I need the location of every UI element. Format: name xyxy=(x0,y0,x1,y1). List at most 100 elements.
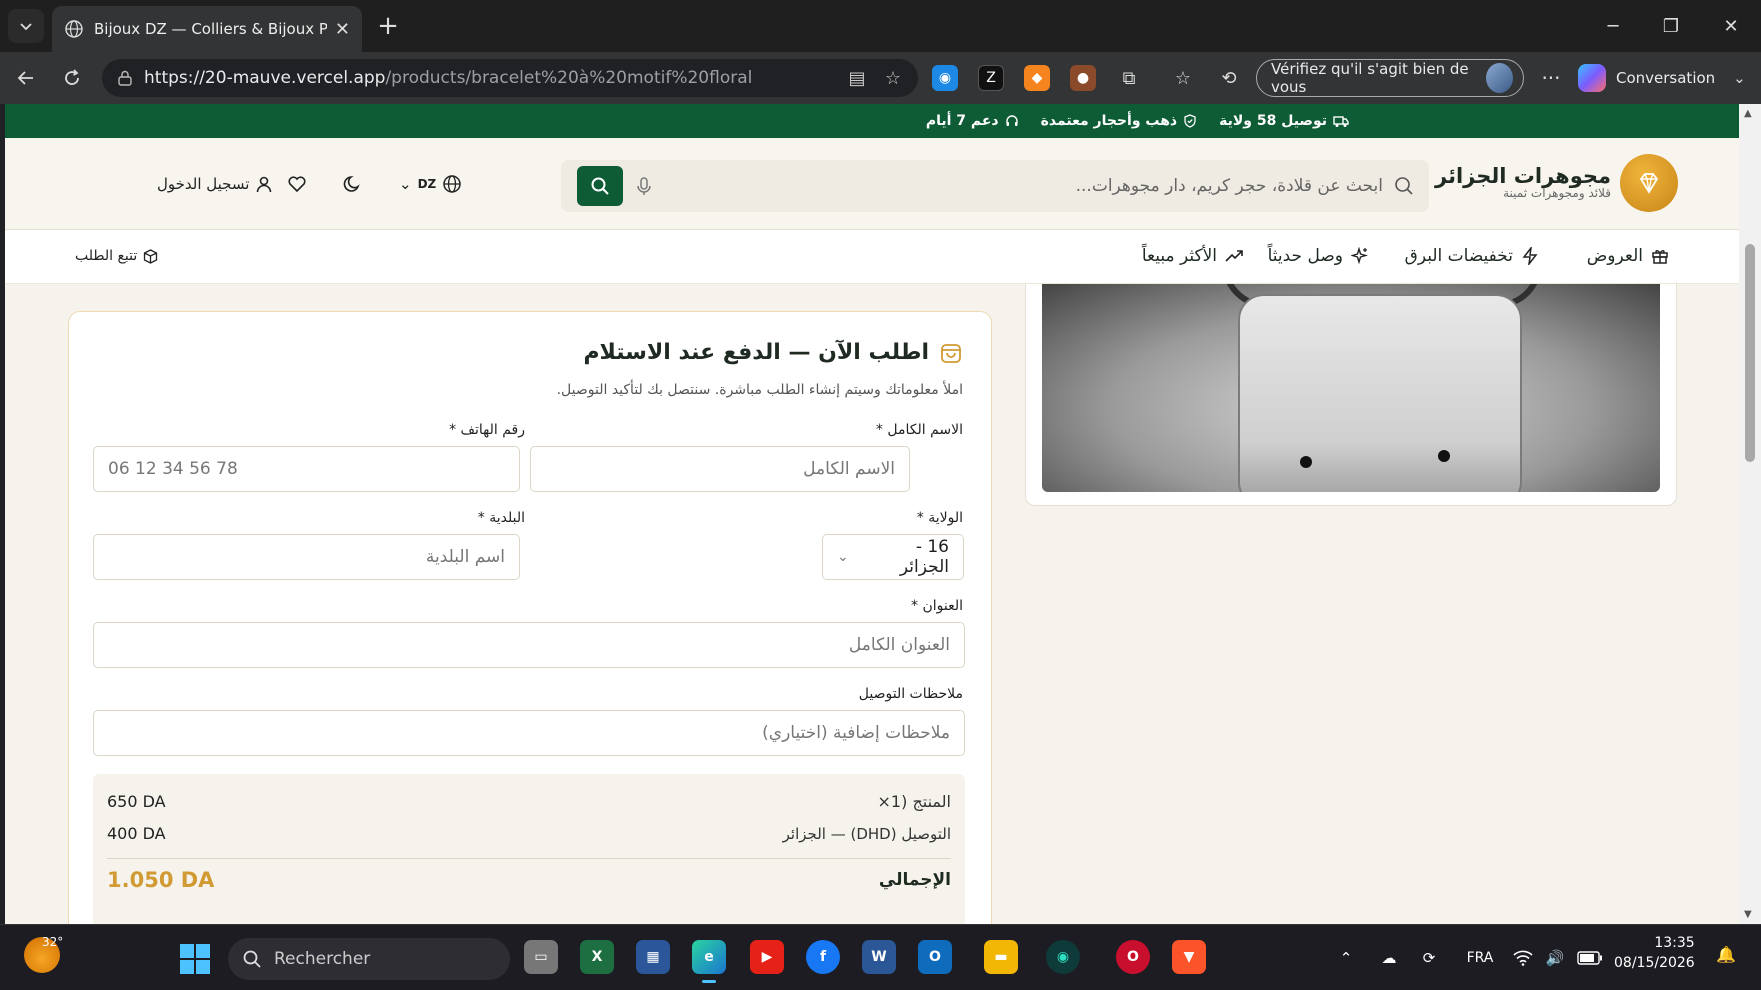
nav-bestsellers[interactable]: الأكثر مبيعاً xyxy=(1142,246,1243,266)
clock-time: 13:35 xyxy=(1654,935,1695,951)
extension-icon-2[interactable]: Z xyxy=(978,65,1004,91)
brand-tagline: قلائد ومجوهرات ثمينة xyxy=(1503,186,1611,200)
brand[interactable]: مجوهرات الجزائر قلائد ومجوهرات ثمينة xyxy=(1435,164,1611,200)
app-icon[interactable]: ◉ xyxy=(1046,940,1080,974)
scrollbar-thumb[interactable] xyxy=(1745,244,1755,462)
currency-label: DZ xyxy=(417,177,437,191)
nav-offers[interactable]: العروض xyxy=(1587,246,1669,266)
more-menu-icon[interactable]: ··· xyxy=(1536,62,1566,94)
language-indicator[interactable]: FRA xyxy=(1460,945,1500,971)
copilot-conversation-button[interactable]: Conversation ⌄ xyxy=(1578,59,1754,97)
search-bar xyxy=(561,160,1429,212)
page-viewport: توصيل 58 ولاية ذهب وأحجار معتمدة دعم 7 أ… xyxy=(5,104,1739,924)
headset-icon xyxy=(1005,115,1018,126)
temperature: 32° xyxy=(42,935,64,949)
favorites-icon[interactable]: ☆ xyxy=(1170,65,1196,91)
track-order-link[interactable]: تتبع الطلب xyxy=(75,248,158,264)
refresh-button[interactable] xyxy=(56,62,88,94)
scroll-up-arrow-icon[interactable]: ▲ xyxy=(1744,108,1752,119)
browser-tab-active[interactable]: Bijoux DZ — Colliers & Bijoux Préc ✕ xyxy=(52,6,362,52)
close-window-button[interactable]: ✕ xyxy=(1706,8,1756,44)
brave-icon[interactable]: ▼ xyxy=(1172,940,1206,974)
sync-icon[interactable]: ⟳ xyxy=(1416,945,1442,971)
nav-flash-sales[interactable]: تخفيضات البرق xyxy=(1405,246,1539,266)
address-bar[interactable]: https://20-mauve.vercel.app/products/bra… xyxy=(102,59,918,97)
login-button[interactable]: تسجيل الدخول xyxy=(157,170,273,198)
commune-input[interactable] xyxy=(93,534,520,580)
battery-icon[interactable] xyxy=(1576,945,1604,971)
avatar xyxy=(1485,63,1513,93)
wilaya-select[interactable]: 16 - الجزائر ⌄ xyxy=(822,534,964,580)
verify-label: Vérifiez qu'il s'agit bien de vous xyxy=(1271,60,1469,96)
clock-date: 08/15/2026 xyxy=(1614,955,1695,971)
promo-gold: ذهب وأحجار معتمدة xyxy=(1041,113,1197,129)
start-button[interactable] xyxy=(180,944,210,974)
store-icon[interactable]: ▦ xyxy=(636,940,670,974)
new-tab-button[interactable]: + xyxy=(372,10,404,42)
outlook-icon[interactable]: O xyxy=(918,940,952,974)
search-icon xyxy=(1395,177,1413,195)
search-input[interactable] xyxy=(763,160,1383,212)
wifi-icon[interactable] xyxy=(1512,945,1534,971)
logo-badge[interactable] xyxy=(1620,154,1678,212)
opera-icon[interactable]: O xyxy=(1116,940,1150,974)
globe-icon xyxy=(65,20,83,38)
tab-list-button[interactable] xyxy=(8,9,44,43)
excel-icon[interactable]: X xyxy=(580,940,614,974)
commune-label: البلدية * xyxy=(477,510,525,526)
package-icon xyxy=(144,248,158,264)
photo-hole xyxy=(1438,450,1450,462)
cloud-offline-icon[interactable]: ☁ xyxy=(1376,945,1402,971)
favorite-star-icon[interactable]: ☆ xyxy=(882,67,904,89)
task-view-icon[interactable]: ▭ xyxy=(524,940,558,974)
chevron-down-icon xyxy=(20,23,32,31)
reader-mode-icon[interactable]: ▤ xyxy=(846,67,868,89)
promo-delivery: توصيل 58 ولاية xyxy=(1219,113,1349,129)
chevron-up-icon[interactable]: ⌃ xyxy=(1336,945,1356,971)
taskbar-search[interactable]: Rechercher xyxy=(228,938,510,980)
wishlist-button[interactable] xyxy=(287,170,307,198)
fullname-input[interactable] xyxy=(530,446,910,492)
conversation-label: Conversation xyxy=(1616,69,1716,87)
order-form-card: اطلب الآن — الدفع عند الاستلام املأ معلو… xyxy=(68,311,992,924)
file-explorer-icon[interactable]: ▬ xyxy=(984,940,1018,974)
volume-icon[interactable]: 🔊 xyxy=(1544,945,1566,971)
cookie-icon[interactable]: ● xyxy=(1070,65,1096,91)
facebook-icon[interactable]: f xyxy=(806,940,840,974)
profile-verify-button[interactable]: Vérifiez qu'il s'agit bien de vous xyxy=(1256,59,1524,97)
theme-toggle-button[interactable] xyxy=(343,170,363,198)
globe-icon xyxy=(443,175,461,193)
close-tab-icon[interactable]: ✕ xyxy=(335,19,350,40)
phone-input[interactable] xyxy=(93,446,520,492)
restore-button[interactable]: ❐ xyxy=(1646,8,1696,44)
summary-total-row: 1.050 DA الإجمالي xyxy=(107,868,951,892)
history-icon[interactable]: ⟲ xyxy=(1216,65,1242,91)
summary-shipping-row: 400 DA التوصيل (DHD) — الجزائر xyxy=(107,824,951,843)
edge-icon[interactable]: e xyxy=(692,940,726,983)
truck-icon xyxy=(1333,116,1349,127)
nav-new-arrivals[interactable]: وصل حديثاً xyxy=(1268,246,1369,266)
product-photo[interactable] xyxy=(1042,284,1660,492)
scroll-down-arrow-icon[interactable]: ▼ xyxy=(1744,909,1752,920)
login-label: تسجيل الدخول xyxy=(157,175,250,193)
extension-icon-1[interactable]: ◉ xyxy=(932,65,958,91)
search-button[interactable] xyxy=(577,166,623,206)
notification-bell-icon[interactable]: 🔔 xyxy=(1716,945,1738,971)
word-icon[interactable]: W xyxy=(862,940,896,974)
metamask-icon[interactable]: ◆ xyxy=(1024,65,1050,91)
browser-toolbar: https://20-mauve.vercel.app/products/bra… xyxy=(0,52,1761,104)
clock[interactable]: 13:35 08/15/2026 xyxy=(1614,933,1695,973)
order-title: اطلب الآن — الدفع عند الاستلام xyxy=(583,340,963,365)
microphone-icon[interactable] xyxy=(633,175,655,197)
back-button[interactable] xyxy=(10,62,42,94)
minimize-button[interactable]: ─ xyxy=(1588,8,1638,44)
page-scrollbar[interactable]: ▲ ▼ xyxy=(1739,104,1761,924)
extensions-puzzle-icon[interactable]: ⧉ xyxy=(1116,65,1142,91)
currency-selector[interactable]: ⌄ DZ xyxy=(399,170,462,198)
address-input[interactable] xyxy=(93,622,965,668)
category-nav: العروض تخفيضات البرق وصل حديثاً الأكثر م… xyxy=(5,230,1739,284)
arrow-left-icon xyxy=(17,71,33,85)
youtube-icon[interactable]: ▶ xyxy=(750,940,784,974)
address-label: العنوان * xyxy=(911,598,963,614)
notes-input[interactable] xyxy=(93,710,965,756)
